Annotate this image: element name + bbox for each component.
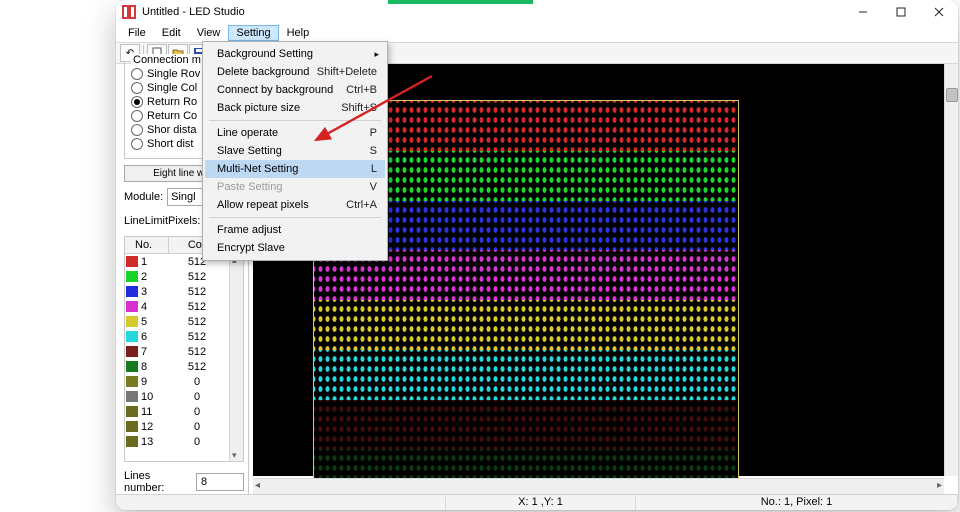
menu-edit[interactable]: Edit <box>154 25 189 41</box>
menuitem-line-operate[interactable]: Line operateP <box>205 124 385 142</box>
module-label: Module: <box>124 191 163 203</box>
table-row[interactable]: 90 <box>125 374 243 389</box>
led-stripe <box>314 350 738 400</box>
maximize-button[interactable] <box>882 0 920 24</box>
menuitem-multi-net-setting[interactable]: Multi-Net SettingL <box>205 160 385 178</box>
table-row[interactable]: 7512 <box>125 344 243 359</box>
table-row[interactable]: 8512 <box>125 359 243 374</box>
linelimit-label: LineLimitPixels: <box>124 215 200 227</box>
statusbar: X: 1 ,Y: 1 No.: 1, Pixel: 1 <box>116 494 958 510</box>
table-row[interactable]: 110 <box>125 404 243 419</box>
horizontal-scrollbar[interactable] <box>253 478 944 494</box>
menu-help[interactable]: Help <box>279 25 318 41</box>
scroll-thumb[interactable] <box>946 88 958 102</box>
table-row[interactable]: 3512 <box>125 284 243 299</box>
table-row[interactable]: 6512 <box>125 329 243 344</box>
table-row[interactable]: 2512 <box>125 269 243 284</box>
close-button[interactable] <box>920 0 958 24</box>
led-stripe <box>314 300 738 350</box>
status-pixel: No.: 1, Pixel: 1 <box>636 495 958 510</box>
table-row[interactable]: 130 <box>125 434 243 449</box>
menuitem-frame-adjust[interactable]: Frame adjust <box>205 221 385 239</box>
titlebar: Untitled - LED Studio <box>116 0 958 24</box>
table-scrollbar[interactable] <box>229 255 243 461</box>
window-title: Untitled - LED Studio <box>142 6 245 18</box>
menuitem-slave-setting[interactable]: Slave SettingS <box>205 142 385 160</box>
vertical-scrollbar[interactable] <box>944 64 958 476</box>
menuitem-paste-setting: Paste SettingV <box>205 178 385 196</box>
status-xy: X: 1 ,Y: 1 <box>446 495 636 510</box>
led-stripe <box>314 400 738 450</box>
top-accent-bar <box>388 0 533 4</box>
table-row[interactable]: 120 <box>125 419 243 434</box>
menu-setting[interactable]: Setting <box>228 25 278 41</box>
table-row[interactable]: 4512 <box>125 299 243 314</box>
menuitem-encrypt-slave[interactable]: Encrypt Slave <box>205 239 385 257</box>
lines-number-input[interactable] <box>196 473 244 491</box>
menuitem-connect-by-background[interactable]: Connect by backgroundCtrl+B <box>205 81 385 99</box>
lines-number-label: Lines number: <box>124 470 190 494</box>
col-no: No. <box>125 237 169 253</box>
menu-file[interactable]: File <box>120 25 154 41</box>
menuitem-background-setting[interactable]: Background Setting <box>205 45 385 63</box>
menubar: FileEditViewSettingHelp <box>116 24 958 42</box>
minimize-button[interactable] <box>844 0 882 24</box>
setting-dropdown: Background SettingDelete backgroundShift… <box>202 41 388 261</box>
table-row[interactable]: 100 <box>125 389 243 404</box>
menuitem-back-picture-size[interactable]: Back picture sizeShift+S <box>205 99 385 117</box>
table-row[interactable]: 5512 <box>125 314 243 329</box>
menu-view[interactable]: View <box>189 25 229 41</box>
menuitem-allow-repeat-pixels[interactable]: Allow repeat pixelsCtrl+A <box>205 196 385 214</box>
app-icon <box>122 5 136 19</box>
group-title: Connection m <box>131 54 203 66</box>
menuitem-delete-background[interactable]: Delete backgroundShift+Delete <box>205 63 385 81</box>
pixel-table[interactable]: No. Count 151225123512451255126512751285… <box>124 236 244 462</box>
